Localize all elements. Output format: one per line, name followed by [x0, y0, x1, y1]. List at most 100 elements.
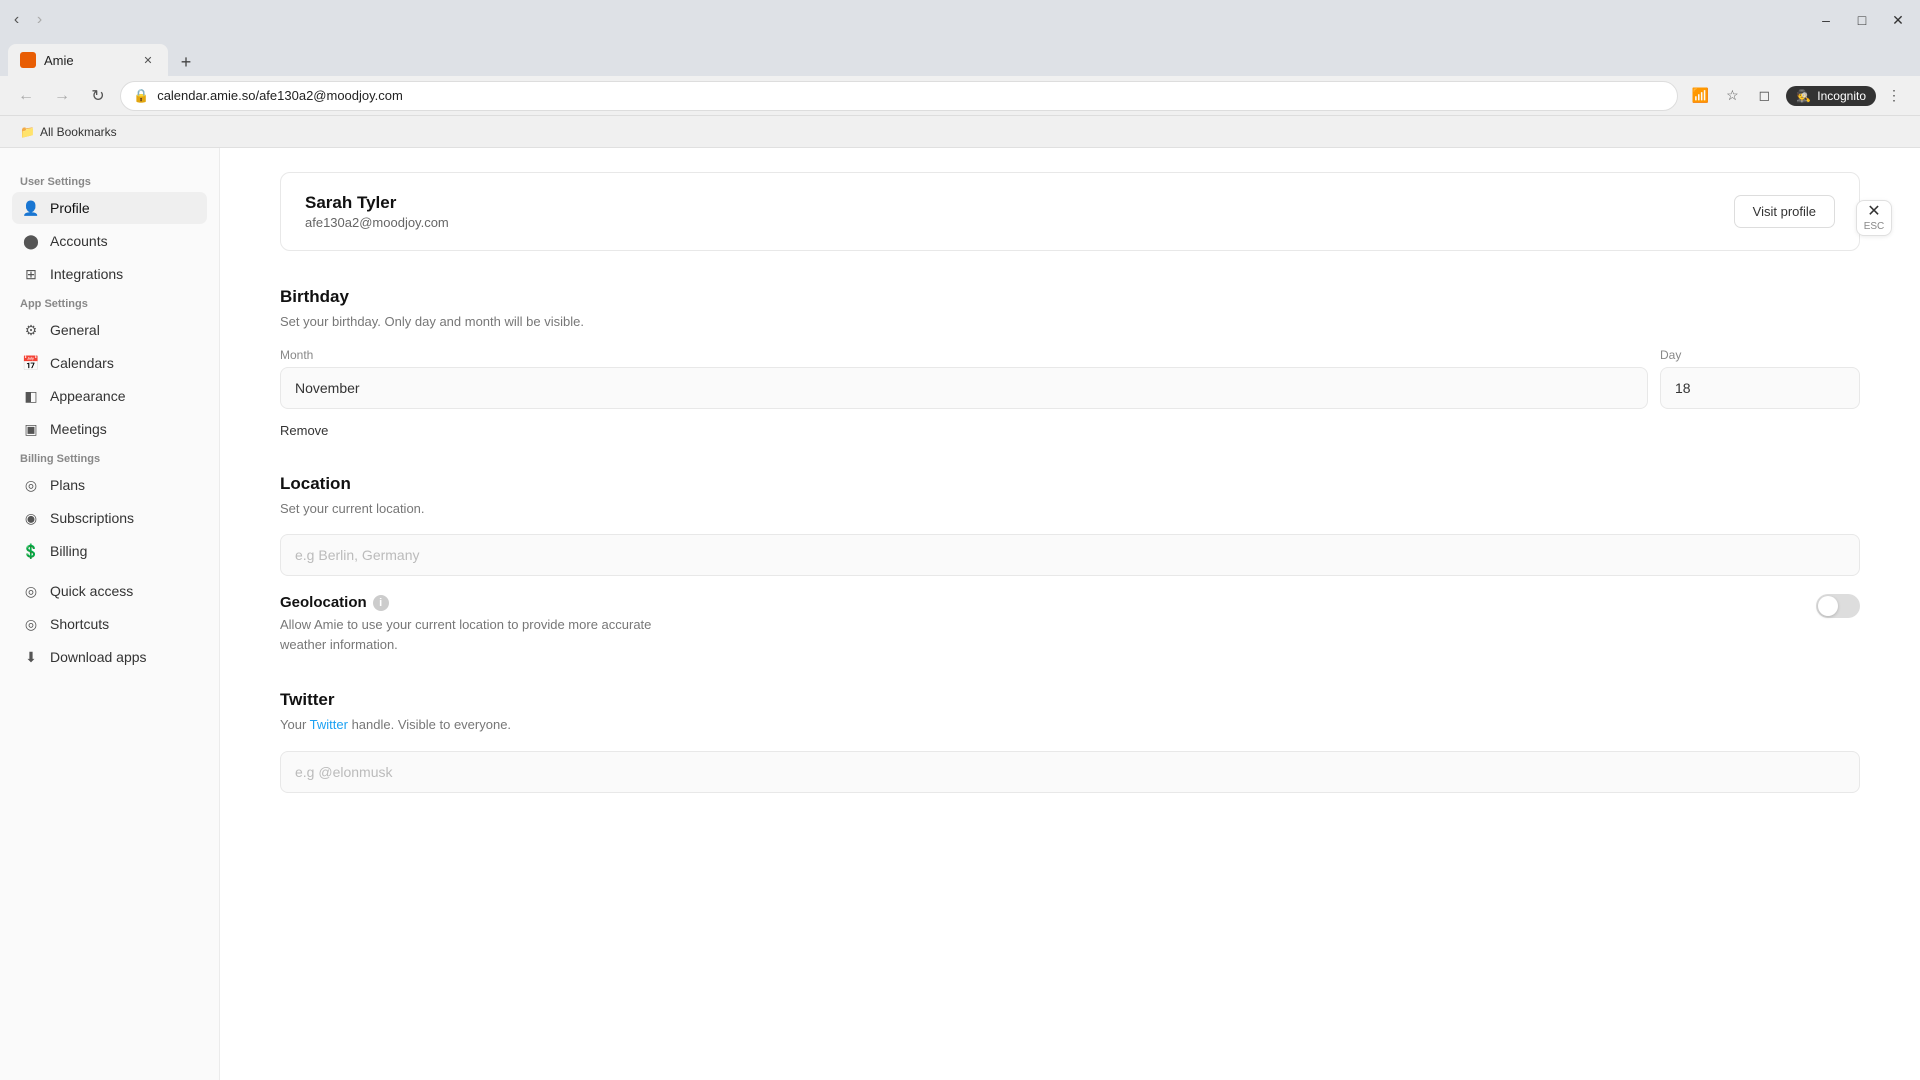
close-settings-button[interactable]: ✕ ESC — [1856, 200, 1892, 236]
incognito-badge: 🕵 Incognito — [1786, 86, 1876, 106]
twitter-link[interactable]: Twitter — [310, 717, 348, 732]
sidebar-integrations-label: Integrations — [50, 266, 123, 282]
lock-icon: 🔒 — [133, 88, 149, 104]
sidebar-item-appearance[interactable]: ◧ Appearance — [12, 380, 207, 412]
sidebar-billing-label: Billing — [50, 543, 87, 559]
day-label: Day — [1660, 348, 1860, 362]
sidebar-subscriptions-label: Subscriptions — [50, 510, 134, 526]
sidebar-item-profile[interactable]: 👤 Profile — [12, 192, 207, 224]
tab-title: Amie — [44, 53, 132, 68]
sidebar-item-calendars[interactable]: 📅 Calendars — [12, 347, 207, 379]
twitter-section: Twitter Your Twitter handle. Visible to … — [280, 690, 1860, 793]
menu-button[interactable]: ⋮ — [1880, 82, 1908, 110]
twitter-desc: Your Twitter handle. Visible to everyone… — [280, 715, 1860, 735]
close-window-button[interactable]: ✕ — [1884, 6, 1912, 34]
maximize-button[interactable]: □ — [1848, 6, 1876, 34]
sidebar-item-plans[interactable]: ◎ Plans — [12, 469, 207, 501]
twitter-title: Twitter — [280, 690, 1860, 710]
profile-icon: 👤 — [22, 199, 40, 217]
split-button[interactable]: ◻ — [1750, 82, 1778, 110]
sidebar: User Settings 👤 Profile ⬤ Accounts ⊞ Int… — [0, 148, 220, 1080]
quick-access-icon: ◎ — [22, 582, 40, 600]
sidebar-item-general[interactable]: ⚙ General — [12, 314, 207, 346]
geo-title-text: Geolocation — [280, 594, 367, 611]
app-settings-label: App Settings — [12, 298, 207, 310]
forward-nav-button[interactable]: → — [48, 82, 76, 110]
bookmarks-bar: 📁 All Bookmarks — [0, 116, 1920, 148]
incognito-icon: 🕵 — [1796, 89, 1811, 103]
geo-desc: Allow Amie to use your current location … — [280, 615, 680, 654]
sidebar-item-shortcuts[interactable]: ◎ Shortcuts — [12, 608, 207, 640]
profile-card: Sarah Tyler afe130a2@moodjoy.com Visit p… — [280, 172, 1860, 251]
birthday-fields: Month Day — [280, 348, 1860, 409]
location-desc: Set your current location. — [280, 499, 1860, 519]
tab-close-button[interactable]: ✕ — [140, 52, 156, 68]
toggle-knob — [1818, 596, 1838, 616]
sidebar-item-accounts[interactable]: ⬤ Accounts — [12, 225, 207, 257]
folder-icon: 📁 — [20, 125, 35, 139]
calendars-icon: 📅 — [22, 354, 40, 372]
shortcuts-icon: ◎ — [22, 615, 40, 633]
download-apps-icon: ⬇ — [22, 648, 40, 666]
sidebar-shortcuts-label: Shortcuts — [50, 616, 109, 632]
sidebar-item-billing[interactable]: 💲 Billing — [12, 535, 207, 567]
sidebar-item-download-apps[interactable]: ⬇ Download apps — [12, 641, 207, 673]
sidebar-accounts-label: Accounts — [50, 233, 108, 249]
month-input[interactable] — [280, 367, 1648, 409]
visit-profile-button[interactable]: Visit profile — [1734, 195, 1835, 228]
active-tab[interactable]: Amie ✕ — [8, 44, 168, 76]
bookmarks-folder[interactable]: 📁 All Bookmarks — [12, 122, 125, 142]
bookmark-button[interactable]: ☆ — [1718, 82, 1746, 110]
toolbar-actions: 📶 ☆ ◻ 🕵 Incognito ⋮ — [1686, 82, 1908, 110]
back-nav-button[interactable]: ← — [12, 82, 40, 110]
birthday-section: Birthday Set your birthday. Only day and… — [280, 287, 1860, 438]
month-label: Month — [280, 348, 1648, 362]
page-content: User Settings 👤 Profile ⬤ Accounts ⊞ Int… — [0, 148, 1920, 1080]
day-group: Day — [1660, 348, 1860, 409]
profile-info: Sarah Tyler afe130a2@moodjoy.com — [305, 193, 449, 230]
forward-button[interactable]: › — [31, 6, 48, 34]
sidebar-general-label: General — [50, 322, 100, 338]
geo-label-group: Geolocation i Allow Amie to use your cur… — [280, 594, 680, 654]
meetings-icon: ▣ — [22, 420, 40, 438]
cast-button[interactable]: 📶 — [1686, 82, 1714, 110]
sidebar-item-subscriptions[interactable]: ◉ Subscriptions — [12, 502, 207, 534]
twitter-desc-suffix: handle. Visible to everyone. — [348, 717, 511, 732]
location-section: Location Set your current location. Geol… — [280, 474, 1860, 655]
bookmarks-label: All Bookmarks — [40, 125, 117, 139]
day-input[interactable] — [1660, 367, 1860, 409]
integrations-icon: ⊞ — [22, 265, 40, 283]
subscriptions-icon: ◉ — [22, 509, 40, 527]
back-button[interactable]: ‹ — [8, 6, 25, 34]
birthday-desc: Set your birthday. Only day and month wi… — [280, 312, 1860, 332]
user-settings-label: User Settings — [12, 176, 207, 188]
geo-title: Geolocation i — [280, 594, 680, 611]
geo-info-icon[interactable]: i — [373, 595, 389, 611]
minimize-button[interactable]: – — [1812, 6, 1840, 34]
new-tab-button[interactable]: + — [172, 48, 200, 76]
tabs-bar: Amie ✕ + — [0, 40, 1920, 76]
title-bar: ‹ › – □ ✕ — [0, 0, 1920, 40]
reload-button[interactable]: ↻ — [84, 82, 112, 110]
sidebar-appearance-label: Appearance — [50, 388, 126, 404]
sidebar-item-quick-access[interactable]: ◎ Quick access — [12, 575, 207, 607]
location-title: Location — [280, 474, 1860, 494]
accounts-icon: ⬤ — [22, 232, 40, 250]
month-group: Month — [280, 348, 1648, 409]
sidebar-meetings-label: Meetings — [50, 421, 107, 437]
sidebar-quick-access-label: Quick access — [50, 583, 133, 599]
billing-settings-label: Billing Settings — [12, 453, 207, 465]
profile-email: afe130a2@moodjoy.com — [305, 215, 449, 230]
sidebar-plans-label: Plans — [50, 477, 85, 493]
geolocation-toggle[interactable] — [1816, 594, 1860, 618]
location-input[interactable] — [280, 534, 1860, 576]
twitter-input[interactable] — [280, 751, 1860, 793]
appearance-icon: ◧ — [22, 387, 40, 405]
address-bar[interactable]: 🔒 calendar.amie.so/afe130a2@moodjoy.com — [120, 81, 1678, 111]
sidebar-item-integrations[interactable]: ⊞ Integrations — [12, 258, 207, 290]
remove-birthday-button[interactable]: Remove — [280, 423, 328, 438]
billing-icon: 💲 — [22, 542, 40, 560]
sidebar-profile-label: Profile — [50, 200, 90, 216]
sidebar-item-meetings[interactable]: ▣ Meetings — [12, 413, 207, 445]
location-input-wrapper — [280, 534, 1860, 576]
